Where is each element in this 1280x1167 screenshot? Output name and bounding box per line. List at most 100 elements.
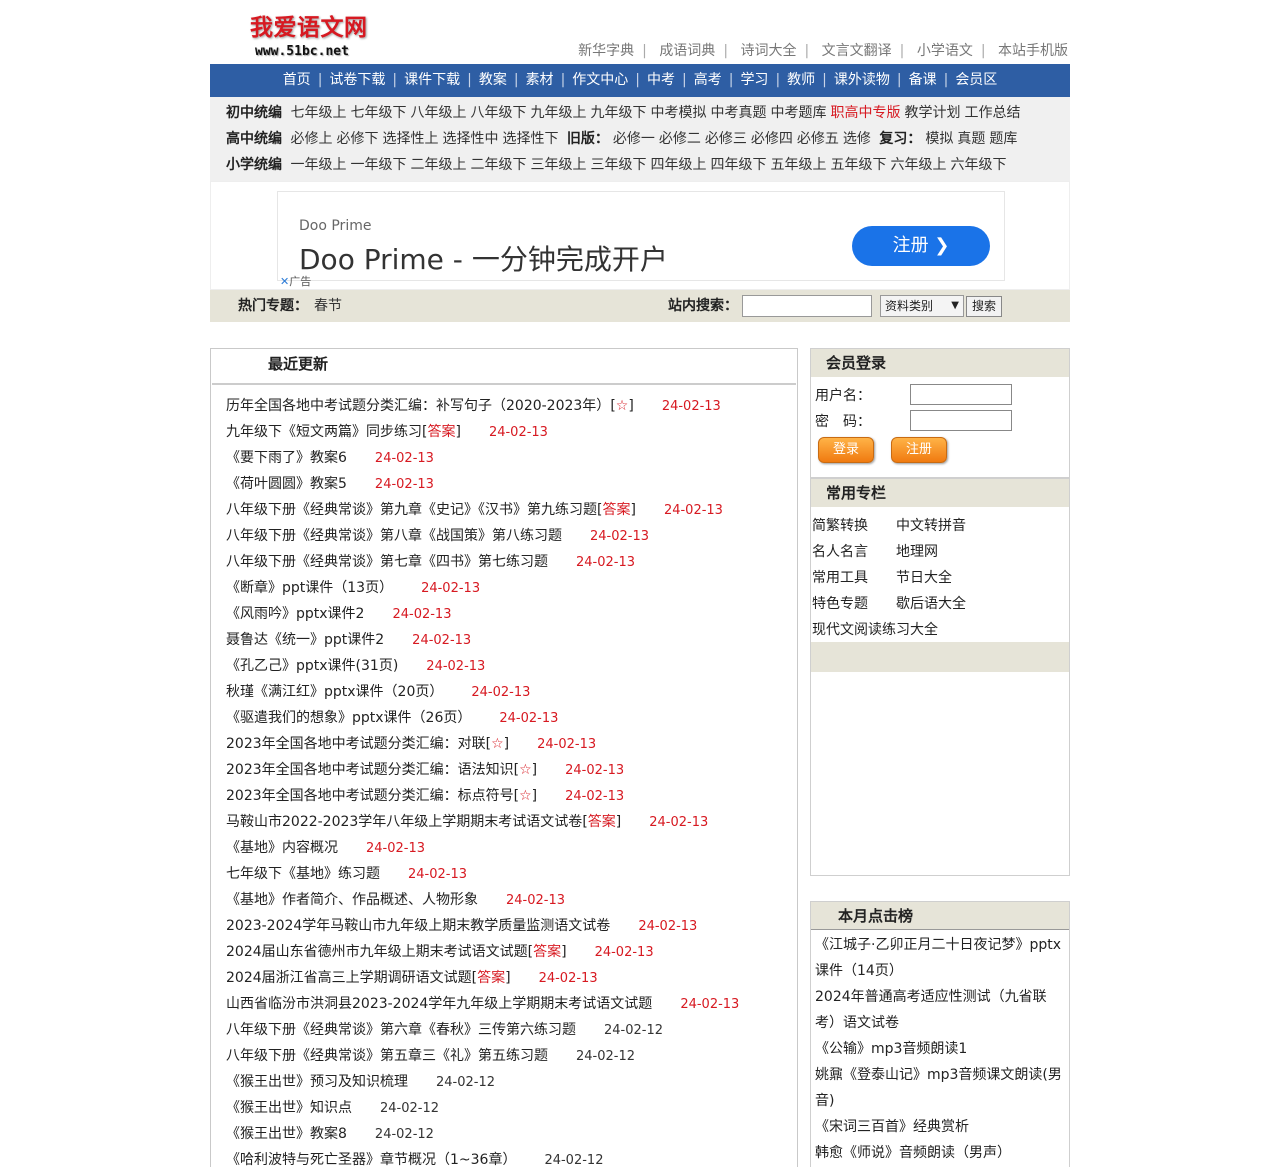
article-link[interactable]: 《猴王出世》知识点 <box>226 1100 352 1116</box>
sub-nav-link[interactable]: 选择性中 <box>442 131 498 147</box>
login-button[interactable]: 登录 <box>818 437 874 463</box>
main-nav-item[interactable]: 素材 <box>526 72 554 88</box>
article-link[interactable]: 历年全国各地中考试题分类汇编：补写句子（2020-2023年） <box>226 398 610 414</box>
article-link[interactable]: 八年级下册《经典常谈》第五章三《礼》第五练习题 <box>226 1048 548 1064</box>
hot-article-link[interactable]: 姚鼐《登泰山记》mp3音频课文朗读(男音) <box>815 1067 1062 1109</box>
column-link[interactable]: 地理网 <box>896 541 938 561</box>
column-link[interactable]: 常用工具 <box>812 567 868 587</box>
column-link[interactable]: 节日大全 <box>896 567 952 587</box>
sub-nav-link[interactable]: 工作总结 <box>964 105 1020 121</box>
sub-nav-link[interactable]: 必修五 <box>797 131 839 147</box>
article-link[interactable]: 八年级下册《经典常谈》第九章《史记》《汉书》第九练习题 <box>226 502 597 518</box>
username-field[interactable] <box>910 384 1012 405</box>
answer-tag[interactable]: 答案 <box>533 944 561 960</box>
register-button[interactable]: 注册 <box>891 437 947 463</box>
close-icon[interactable]: ✕ <box>280 275 289 288</box>
sub-nav-link[interactable]: 必修四 <box>751 131 793 147</box>
sub-nav-link[interactable]: 六年级上 <box>890 157 946 173</box>
article-link[interactable]: 2024届山东省德州市九年级上期末考试语文试题 <box>226 944 528 960</box>
column-link[interactable]: 中文转拼音 <box>896 515 966 535</box>
sub-nav-link[interactable]: 九年级下 <box>590 105 646 121</box>
top-link-dictionary[interactable]: 新华字典 <box>578 43 634 59</box>
article-link[interactable]: 秋瑾《满江红》pptx课件（20页） <box>226 684 443 700</box>
main-nav-item[interactable]: 中考 <box>647 72 675 88</box>
sub-nav-link[interactable]: 必修三 <box>705 131 747 147</box>
answer-tag[interactable]: ☆ <box>616 398 629 414</box>
article-link[interactable]: 《基地》内容概况 <box>226 840 338 856</box>
hot-topic-link[interactable]: 春节 <box>314 290 342 322</box>
main-nav-item[interactable]: 高考 <box>694 72 722 88</box>
sub-nav-link[interactable]: 五年级上 <box>770 157 826 173</box>
hot-article-link[interactable]: 韩愈《师说》音频朗读（男声） <box>815 1145 1011 1161</box>
sub-nav-link[interactable]: 真题 <box>957 131 985 147</box>
answer-tag[interactable]: 答案 <box>588 814 616 830</box>
sub-nav-link[interactable]: 选择性下 <box>502 131 558 147</box>
top-link-classical-translation[interactable]: 文言文翻译 <box>822 43 892 59</box>
top-link-primary-chinese[interactable]: 小学语文 <box>917 43 973 59</box>
answer-tag[interactable]: 答案 <box>427 424 455 440</box>
sub-nav-link[interactable]: 必修上 <box>290 131 332 147</box>
top-link-poems[interactable]: 诗词大全 <box>740 43 796 59</box>
main-nav-item[interactable]: 首页 <box>283 72 311 88</box>
ad-tag[interactable]: ✕广告 <box>280 273 311 289</box>
sub-nav-link[interactable]: 必修下 <box>336 131 378 147</box>
main-nav-item[interactable]: 试卷下载 <box>329 72 385 88</box>
article-link[interactable]: 2023年全国各地中考试题分类汇编：标点符号 <box>226 788 514 804</box>
sub-nav-link[interactable]: 八年级下 <box>470 105 526 121</box>
main-nav-item[interactable]: 课外读物 <box>834 72 890 88</box>
sub-nav-link[interactable]: 八年级上 <box>410 105 466 121</box>
answer-tag[interactable]: 答案 <box>602 502 630 518</box>
sub-nav-link[interactable]: 中考真题 <box>710 105 766 121</box>
sub-nav-link[interactable]: 六年级下 <box>950 157 1006 173</box>
column-link[interactable]: 特色专题 <box>812 593 868 613</box>
article-link[interactable]: 2023年全国各地中考试题分类汇编：对联 <box>226 736 486 752</box>
search-input[interactable] <box>742 295 872 317</box>
sub-nav-link[interactable]: 教学计划 <box>904 105 960 121</box>
main-nav-item[interactable]: 会员区 <box>955 72 997 88</box>
sub-nav-link[interactable]: 七年级下 <box>350 105 406 121</box>
sub-nav-link[interactable]: 二年级上 <box>410 157 466 173</box>
ad-register-button[interactable]: 注册 ❯ <box>852 226 990 266</box>
sub-nav-link[interactable]: 三年级下 <box>590 157 646 173</box>
article-link[interactable]: 2023年全国各地中考试题分类汇编：语法知识 <box>226 762 514 778</box>
sub-nav-link[interactable]: 九年级上 <box>530 105 586 121</box>
article-link[interactable]: 《基地》作者简介、作品概述、人物形象 <box>226 892 478 908</box>
sub-nav-link[interactable]: 模拟 <box>925 131 953 147</box>
sub-nav-link[interactable]: 必修一 <box>613 131 655 147</box>
sub-nav-link[interactable]: 一年级下 <box>350 157 406 173</box>
article-link[interactable]: 山西省临汾市洪洞县2023-2024学年九年级上学期期末考试语文试题 <box>226 996 652 1012</box>
sub-nav-link[interactable]: 中考模拟 <box>650 105 706 121</box>
column-link[interactable]: 名人名言 <box>812 541 868 561</box>
column-link[interactable]: 现代文阅读练习大全 <box>812 619 938 639</box>
article-link[interactable]: 《风雨吟》pptx课件2 <box>226 606 364 622</box>
article-link[interactable]: 聂鲁达《统一》ppt课件2 <box>226 632 384 648</box>
sub-nav-link[interactable]: 职高中专版 <box>830 105 900 121</box>
column-link[interactable]: 简繁转换 <box>812 515 868 535</box>
article-link[interactable]: 七年级下《基地》练习题 <box>226 866 380 882</box>
main-nav-item[interactable]: 作文中心 <box>572 72 628 88</box>
answer-tag[interactable]: ☆ <box>519 762 532 778</box>
article-link[interactable]: 《哈利波特与死亡圣器》章节概况（1~36章） <box>226 1152 516 1167</box>
sub-nav-link[interactable]: 二年级下 <box>470 157 526 173</box>
sub-nav-link[interactable]: 一年级上 <box>290 157 346 173</box>
article-link[interactable]: 《驱遣我们的想象》pptx课件（26页） <box>226 710 471 726</box>
main-nav-item[interactable]: 备课 <box>909 72 937 88</box>
sub-nav-link[interactable]: 中考题库 <box>770 105 826 121</box>
main-nav-item[interactable]: 教案 <box>479 72 507 88</box>
article-link[interactable]: 八年级下册《经典常谈》第七章《四书》第七练习题 <box>226 554 548 570</box>
article-link[interactable]: 九年级下《短文两篇》同步练习 <box>226 424 422 440</box>
sub-nav-link[interactable]: 三年级上 <box>530 157 586 173</box>
password-field[interactable] <box>910 410 1012 431</box>
sub-nav-link[interactable]: 四年级上 <box>650 157 706 173</box>
article-link[interactable]: 2024届浙江省高三上学期调研语文试题 <box>226 970 472 986</box>
hot-article-link[interactable]: 2024年普通高考适应性测试（九省联考）语文试卷 <box>815 989 1047 1031</box>
answer-tag[interactable]: ☆ <box>491 736 504 752</box>
category-select[interactable]: 资料类别 ▼ <box>880 295 964 317</box>
article-link[interactable]: 《荷叶圆圆》教案5 <box>226 476 347 492</box>
article-link[interactable]: 《断章》ppt课件（13页） <box>226 580 393 596</box>
sub-nav-link[interactable]: 选择性上 <box>382 131 438 147</box>
article-link[interactable]: 八年级下册《经典常谈》第六章《春秋》三传第六练习题 <box>226 1022 576 1038</box>
top-link-mobile[interactable]: 本站手机版 <box>998 43 1068 59</box>
article-link[interactable]: 《孔乙己》pptx课件(31页) <box>226 658 398 674</box>
sub-nav-link[interactable]: 五年级下 <box>830 157 886 173</box>
